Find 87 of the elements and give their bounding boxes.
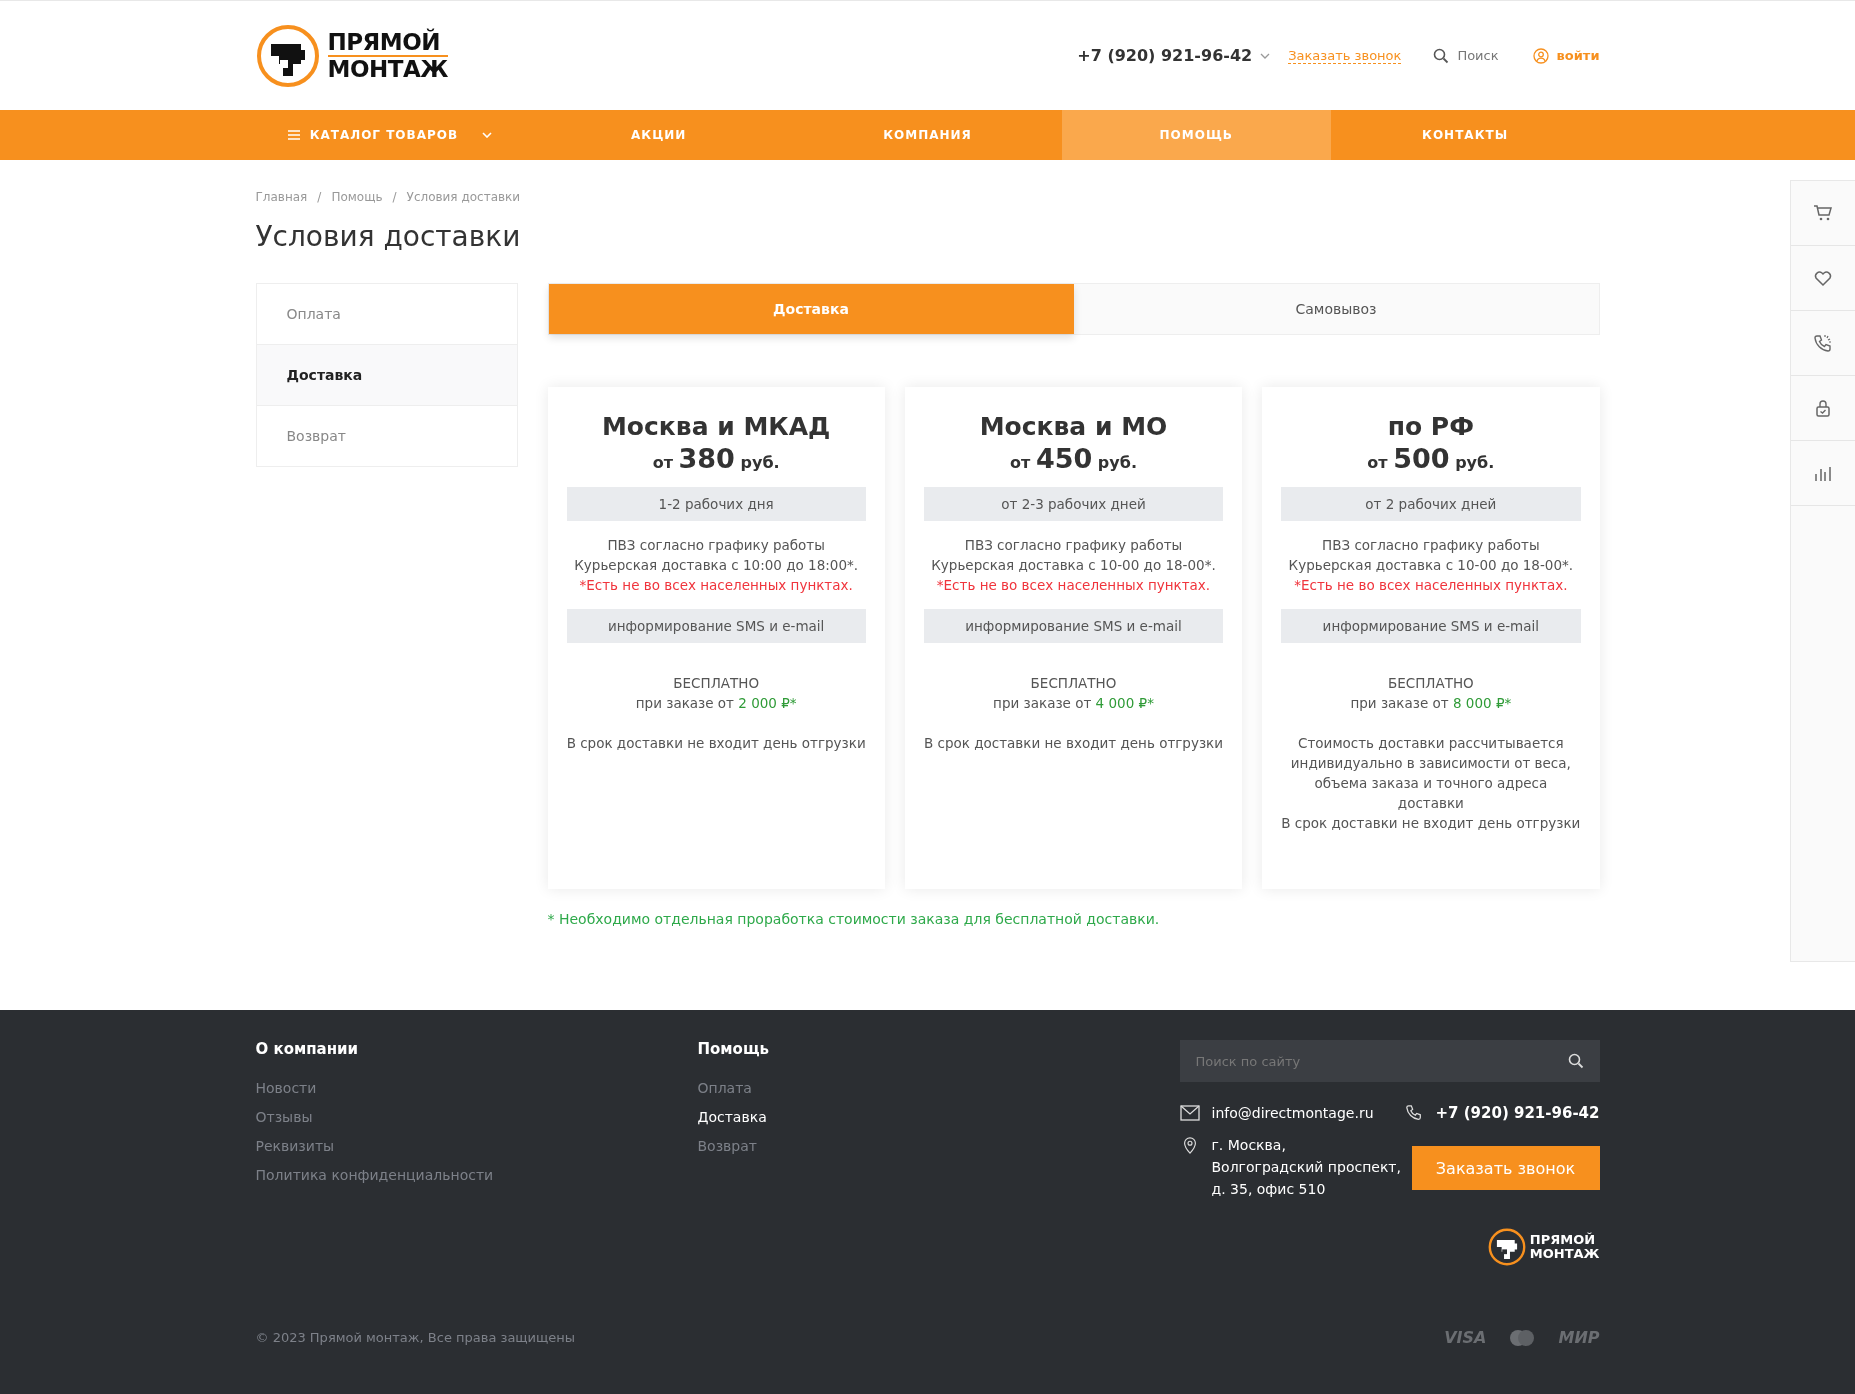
schedule-text: ПВЗ согласно графику работы — [1321, 536, 1541, 555]
phone-icon[interactable] — [1813, 333, 1833, 353]
footer-link[interactable]: Отзывы — [255, 1103, 698, 1132]
card-price: от 450 руб. — [1009, 449, 1138, 473]
nav-link[interactable]: КОМПАНИЯ — [793, 110, 1062, 160]
breadcrumb-link[interactable]: Помощь — [331, 190, 383, 204]
free-condition: при заказе от 2 000 ₽* — [634, 694, 798, 713]
delivery-term: от 2-3 рабочих дней — [923, 487, 1224, 521]
footer-link[interactable]: Реквизиты — [255, 1132, 698, 1161]
breadcrumb-link[interactable]: Главная — [255, 190, 308, 204]
free-label: БЕСПЛАТНО — [1386, 674, 1475, 693]
note-text: В срок доставки не входит день отгрузки — [1281, 814, 1581, 833]
schedule-text: ПВЗ согласно графику работы — [963, 536, 1184, 555]
lock-icon[interactable] — [1813, 398, 1833, 418]
free-condition: при заказе от 4 000 ₽* — [992, 694, 1155, 713]
nav-link[interactable]: КОНТАКТЫ — [1330, 110, 1600, 160]
nav-link[interactable]: ПОМОЩЬ — [1061, 110, 1331, 160]
breadcrumb-separator: / — [317, 190, 322, 204]
payment-logo: VISA — [1444, 1328, 1487, 1347]
payment-logo: МИР — [1558, 1328, 1600, 1347]
info-label: информирование SMS и e-mail — [923, 609, 1224, 643]
warning-text: *Есть не во всех населенных пунктах. — [1293, 576, 1569, 595]
phone-icon — [1403, 1104, 1424, 1122]
warning-text: *Есть не во всех населенных пунктах. — [578, 576, 854, 595]
search-icon[interactable] — [1433, 47, 1450, 64]
card-title: Москва и МКАД — [600, 411, 832, 443]
footer-heading: Помощь — [697, 1040, 770, 1058]
footer-link[interactable]: Оплата — [697, 1074, 1140, 1103]
logo-word: ПРЯМОЙ — [327, 30, 448, 57]
search-link[interactable]: Поиск — [1457, 48, 1499, 63]
free-label: БЕСПЛАТНО — [672, 674, 761, 693]
sidebar-item[interactable]: Доставка — [256, 344, 517, 405]
info-label: информирование SMS и e-mail — [566, 609, 866, 643]
delivery-term: 1-2 рабочих дня — [566, 487, 866, 521]
site-search-field[interactable]: Поиск по сайту — [1179, 1040, 1600, 1082]
sidebar-item[interactable]: Возврат — [256, 405, 517, 466]
footer-link[interactable]: Возврат — [697, 1132, 1140, 1161]
page-title: Условия доставки — [255, 220, 522, 253]
schedule-text: ПВЗ согласно графику работы — [606, 536, 826, 555]
info-label: информирование SMS и e-mail — [1281, 609, 1581, 643]
free-label: БЕСПЛАТНО — [1029, 674, 1118, 693]
nav-link[interactable]: АКЦИИ — [524, 110, 794, 160]
menu-icon — [287, 130, 300, 140]
phone-number[interactable]: +7 (920) 921-96-42 — [1077, 46, 1253, 65]
footer-link[interactable]: Доставка — [697, 1103, 1140, 1132]
footer-link[interactable]: Политика конфиденциальности — [255, 1161, 698, 1190]
card-price: от 380 руб. — [651, 449, 781, 473]
footnote: * Необходимо отдельная проработка стоимости заказа для бесплатной доставки. — [547, 911, 1161, 927]
tab[interactable]: Доставка — [548, 284, 1074, 334]
logo-word: МОНТАЖ — [1529, 1247, 1600, 1261]
schedule-text: Курьерская доставка с 10-00 до 18-00*. — [1287, 556, 1575, 575]
email-link[interactable]: info@directmontage.ru — [1211, 1105, 1374, 1121]
cart-icon[interactable] — [1813, 203, 1833, 223]
breadcrumb-link[interactable]: Условия доставки — [406, 190, 521, 204]
copyright-text: © 2023 Прямой монтаж, Все права защищены — [255, 1330, 576, 1345]
chevron-down-icon[interactable] — [1260, 52, 1271, 59]
breadcrumb-separator: / — [392, 190, 397, 204]
logo-word: ПРЯМОЙ — [1529, 1233, 1597, 1247]
footer-heading: О компании — [255, 1040, 360, 1058]
card-price: от 500 руб. — [1366, 449, 1496, 473]
callback-button[interactable]: Заказать звонок — [1411, 1146, 1600, 1190]
schedule-text: Курьерская доставка с 10:00 до 18:00*. — [573, 556, 860, 575]
logo-word: МОНТАЖ — [327, 56, 448, 81]
search-icon[interactable] — [1567, 1053, 1584, 1069]
note-text: Стоимость доставки рассчитывается индивидуально в зависимости от веса, объема заказа и точного адреса доставки — [1289, 734, 1572, 813]
tab[interactable]: Самовывоз — [1073, 284, 1599, 334]
delivery-term: от 2 рабочих дней — [1281, 487, 1581, 521]
phone-number[interactable]: +7 (920) 921-96-42 — [1435, 1104, 1600, 1122]
card-title: по РФ — [1386, 411, 1475, 443]
login-link[interactable]: войти — [1556, 48, 1600, 63]
note-text: В срок доставки не входит день отгрузки — [566, 734, 866, 753]
chevron-down-icon — [482, 132, 493, 138]
footer-link[interactable]: Новости — [255, 1074, 698, 1103]
card-logo-icon — [1508, 1328, 1537, 1347]
heart-icon[interactable] — [1813, 268, 1833, 288]
address-text: г. Москва, Волгоградский проспект, д. 35, офис 510 — [1211, 1136, 1402, 1199]
callback-link[interactable]: Заказать звонок — [1288, 47, 1402, 64]
logo-icon[interactable] — [1487, 1228, 1526, 1266]
envelope-icon — [1179, 1104, 1200, 1122]
card-title: Москва и МО — [978, 411, 1169, 443]
sidebar-item[interactable]: Оплата — [256, 284, 517, 344]
note-text: В срок доставки не входит день отгрузки — [923, 734, 1224, 753]
free-condition: при заказе от 8 000 ₽* — [1349, 694, 1513, 713]
logo-icon[interactable] — [255, 23, 320, 88]
catalog-menu[interactable]: КАТАЛОГ ТОВАРОВ — [255, 110, 525, 160]
warning-text: *Есть не во всех населенных пунктах. — [935, 576, 1212, 595]
schedule-text: Курьерская доставка с 10-00 до 18-00*. — [930, 556, 1217, 575]
